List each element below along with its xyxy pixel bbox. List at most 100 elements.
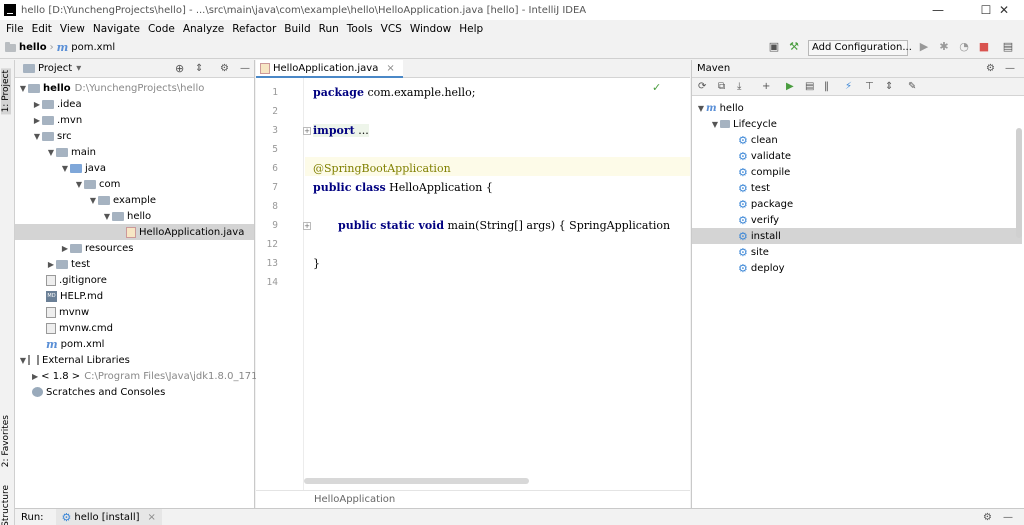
hide-icon[interactable]: — [240, 63, 250, 74]
maven-lifecycle[interactable]: ▼ Lifecycle [692, 116, 1022, 132]
run-icon[interactable]: ▶ [918, 41, 930, 53]
tree-item-example[interactable]: ▼ example [15, 192, 254, 208]
maven-goal-clean[interactable]: ⚙ clean [692, 132, 1022, 148]
hide-icon[interactable]: — [1005, 63, 1015, 74]
tree-item-helloapplication[interactable]: HelloApplication.java [15, 224, 254, 240]
tree-item-mvnw[interactable]: mvnw [15, 304, 254, 320]
tree-item-scratches[interactable]: Scratches and Consoles [15, 384, 254, 400]
gear-icon[interactable]: ⚙ [986, 63, 995, 74]
menu-run[interactable]: Run [315, 23, 343, 35]
tree-item-pom-xml[interactable]: m pom.xml [15, 336, 254, 352]
menu-file[interactable]: File [2, 23, 28, 35]
menu-window[interactable]: Window [406, 23, 455, 35]
chevron-right-icon[interactable]: ▶ [32, 372, 38, 381]
gear-icon[interactable]: ⚙ [220, 63, 229, 74]
chevron-down-icon[interactable]: ▼ [74, 180, 84, 189]
horizontal-scrollbar[interactable] [304, 478, 529, 484]
chevron-down-icon[interactable]: ▾ [76, 63, 81, 74]
stop-icon[interactable]: ■ [978, 41, 990, 53]
menu-refactor[interactable]: Refactor [228, 23, 280, 35]
close-tab-icon[interactable]: × [386, 63, 394, 74]
reload-icon[interactable]: ⟳ [698, 81, 706, 92]
tree-item-hello-package[interactable]: ▼ hello [15, 208, 254, 224]
chevron-down-icon[interactable]: ▼ [102, 212, 112, 221]
menu-view[interactable]: View [56, 23, 89, 35]
menu-code[interactable]: Code [144, 23, 179, 35]
tab-favorites-tool[interactable]: 2: Favorites [1, 415, 11, 467]
project-structure-icon[interactable]: ▤ [1002, 41, 1014, 53]
hide-icon[interactable]: — [1003, 512, 1013, 523]
tab-helloapplication-java[interactable]: HelloApplication.java × [256, 60, 403, 78]
collapse-icon[interactable]: ⇕ [195, 63, 203, 74]
tree-item-main[interactable]: ▼ main [15, 144, 254, 160]
menu-tools[interactable]: Tools [343, 23, 377, 35]
chevron-down-icon[interactable]: ▼ [60, 164, 70, 173]
run-config-icon[interactable]: ▤ [805, 81, 814, 92]
tree-item-gitignore[interactable]: .gitignore [15, 272, 254, 288]
skip-tests-icon[interactable]: ⚡ [845, 81, 852, 92]
code-line-3[interactable]: import ... [313, 124, 369, 137]
maven-goal-deploy[interactable]: ⚙ deploy [692, 260, 1022, 276]
tree-item-mvnw-cmd[interactable]: mvnw.cmd [15, 320, 254, 336]
maven-goal-validate[interactable]: ⚙ validate [692, 148, 1022, 164]
menu-navigate[interactable]: Navigate [89, 23, 144, 35]
show-dependencies-icon[interactable]: ⊤ [865, 81, 874, 92]
tab-project-tool[interactable]: 1: Project [1, 68, 11, 115]
chevron-down-icon[interactable]: ▼ [710, 120, 720, 129]
tab-structure-tool[interactable]: Structure [1, 485, 11, 525]
maven-goal-site[interactable]: ⚙ site [692, 244, 1022, 260]
code-line-6[interactable]: @SpringBootApplication [313, 162, 451, 175]
generate-sources-icon[interactable]: ⧉ [718, 81, 725, 92]
wrench-icon[interactable]: ✎ [908, 81, 916, 92]
tree-item-java[interactable]: ▼ java [15, 160, 254, 176]
chevron-down-icon[interactable]: ▼ [18, 84, 28, 93]
chevron-right-icon[interactable]: ▶ [32, 100, 42, 109]
menu-vcs[interactable]: VCS [377, 23, 406, 35]
add-icon[interactable]: + [762, 81, 770, 92]
run-tab-hello-install[interactable]: ⚙ hello [install] × [55, 509, 162, 525]
editor-breadcrumb[interactable]: HelloApplication [256, 490, 690, 508]
coverage-icon[interactable]: ◔ [958, 41, 970, 53]
download-icon[interactable]: ⤓ [737, 81, 741, 92]
chevron-down-icon[interactable]: ▼ [88, 196, 98, 205]
maven-project-hello[interactable]: ▼ m hello [692, 100, 1022, 116]
maven-goal-install[interactable]: ⚙ install [692, 228, 1022, 244]
vertical-scrollbar[interactable] [1016, 128, 1022, 238]
breadcrumb-file[interactable]: m pom.xml [57, 41, 115, 54]
locate-icon[interactable]: ⊕ [175, 62, 184, 75]
build-hammer-icon[interactable]: ⚒ [788, 41, 800, 53]
tree-item-hello-root[interactable]: ▼ hello D:\YunchengProjects\hello [15, 80, 254, 96]
project-panel-title[interactable]: Project [38, 63, 72, 74]
chevron-down-icon[interactable]: ▼ [696, 104, 706, 113]
menu-analyze[interactable]: Analyze [179, 23, 228, 35]
close-tab-icon[interactable]: × [148, 512, 156, 523]
breadcrumb-project[interactable]: hello › [5, 41, 57, 53]
maven-goal-compile[interactable]: ⚙ compile [692, 164, 1022, 180]
tree-item-mvn[interactable]: ▶ .mvn [15, 112, 254, 128]
menu-help[interactable]: Help [455, 23, 487, 35]
code-line-13[interactable]: } [313, 257, 320, 270]
tree-item-src[interactable]: ▼ src [15, 128, 254, 144]
maven-goal-test[interactable]: ⚙ test [692, 180, 1022, 196]
chevron-right-icon[interactable]: ▶ [32, 116, 42, 125]
code-line-1[interactable]: package com.example.hello; [313, 86, 475, 99]
add-configuration-button[interactable]: Add Configuration... [808, 40, 912, 56]
chevron-right-icon[interactable]: ▶ [46, 260, 56, 269]
tree-item-jdk[interactable]: ▶ < 1.8 > C:\Program Files\Java\jdk1.8.0… [15, 368, 258, 384]
maven-goal-package[interactable]: ⚙ package [692, 196, 1022, 212]
code-line-9[interactable]: public static void main(String[] args) {… [338, 219, 670, 232]
fold-toggle[interactable]: + [303, 222, 311, 230]
tree-item-resources[interactable]: ▶ resources [15, 240, 254, 256]
chevron-right-icon[interactable]: ▶ [60, 244, 70, 253]
run-anything-icon[interactable]: ▣ [768, 41, 780, 53]
chevron-down-icon[interactable]: ▼ [46, 148, 56, 157]
menu-build[interactable]: Build [280, 23, 314, 35]
debug-icon[interactable]: ✱ [938, 41, 950, 53]
minimize-button[interactable]: — [918, 0, 958, 20]
tree-item-help-md[interactable]: MD HELP.md [15, 288, 254, 304]
maven-goal-verify[interactable]: ⚙ verify [692, 212, 1022, 228]
close-button[interactable]: ✕ [984, 0, 1024, 20]
tree-item-idea[interactable]: ▶ .idea [15, 96, 254, 112]
menu-edit[interactable]: Edit [28, 23, 56, 35]
code-line-7[interactable]: public class HelloApplication { [313, 181, 493, 194]
